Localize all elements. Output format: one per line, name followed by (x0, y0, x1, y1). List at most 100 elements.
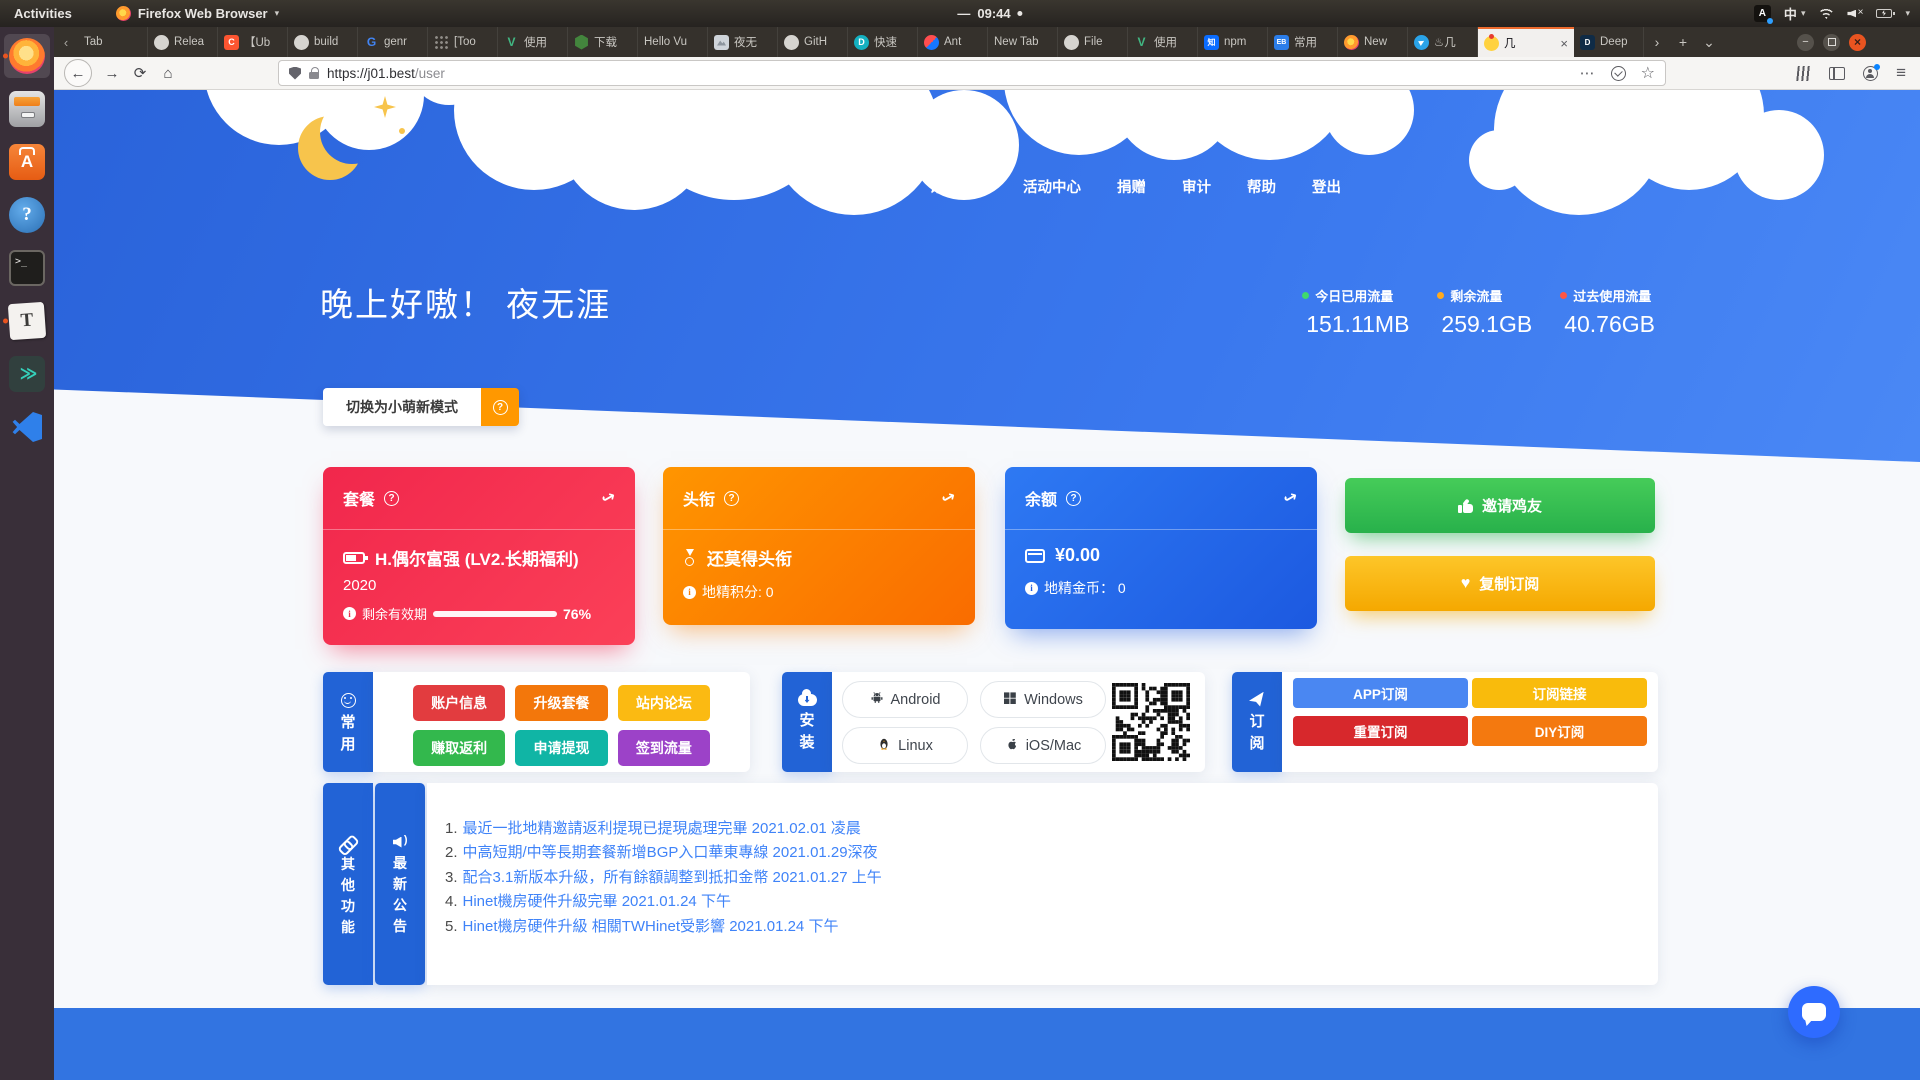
chat-widget-button[interactable] (1788, 986, 1840, 1038)
browser-tab[interactable]: EB 常用 (1268, 27, 1338, 57)
back-button[interactable]: ← (64, 59, 92, 87)
browser-tab[interactable]: New Tab (988, 27, 1058, 57)
forward-button[interactable]: → (98, 59, 126, 87)
chevron-down-icon[interactable]: ▾ (1905, 8, 1910, 19)
site-nav-item[interactable]: 捐赠 (1117, 176, 1146, 197)
pocket-icon[interactable] (1611, 66, 1626, 81)
close-button[interactable]: × (1849, 34, 1866, 51)
menu-hamburger-icon[interactable]: ≡ (1896, 63, 1906, 83)
mode-help-icon[interactable]: ? (481, 388, 519, 426)
site-nav-item[interactable]: 审计 (1182, 176, 1211, 197)
browser-tab[interactable]: G genr (358, 27, 428, 57)
dock-item[interactable]: A (4, 140, 50, 184)
rank-card-link-icon[interactable]: ↪ (937, 486, 959, 510)
reload-button[interactable]: ⟳ (126, 59, 154, 87)
common-action-button[interactable]: 赚取返利 (413, 730, 505, 766)
site-nav-item[interactable]: 福利 (864, 176, 893, 197)
ime-language[interactable]: 中 ▾ (1784, 4, 1806, 23)
copy-subscription-button[interactable]: ♥ 复制订阅 (1345, 556, 1655, 611)
tab-list-dropdown-icon[interactable]: ⌄ (1696, 27, 1722, 57)
site-nav-item[interactable]: 活动中心 (1023, 176, 1081, 197)
site-nav-item[interactable]: 帮助 (1247, 176, 1276, 197)
mode-switch-button[interactable]: 切换为小萌新模式 ? (323, 388, 519, 426)
wifi-icon[interactable] (1818, 8, 1834, 19)
bookmark-star-icon[interactable]: ☆ (1641, 63, 1655, 83)
browser-tab[interactable]: D Deep (1574, 27, 1644, 57)
tab-close-icon[interactable]: × (1558, 36, 1568, 51)
os-download-button[interactable]: Android (842, 681, 968, 718)
new-tab-button[interactable]: + (1670, 27, 1696, 57)
announcement-link[interactable]: 中高短期/中等長期套餐新增BGP入口華東專線 2021.01.29深夜 (463, 844, 878, 861)
activities-button[interactable]: Activities (14, 6, 72, 21)
os-download-button[interactable]: iOS/Mac (980, 727, 1106, 764)
browser-tab[interactable]: C 【Ub (218, 27, 288, 57)
common-action-button[interactable]: 签到流量 (618, 730, 710, 766)
browser-tab[interactable]: File (1058, 27, 1128, 57)
site-nav-item[interactable]: 用户中心 (705, 176, 763, 197)
dock-item[interactable]: T (4, 299, 50, 343)
browser-tab[interactable]: V 使用 (1128, 27, 1198, 57)
announcement-link[interactable]: Hinet機房硬件升級完畢 2021.01.24 下午 (463, 893, 731, 910)
browser-tab[interactable]: V 使用 (498, 27, 568, 57)
browser-tab[interactable]: 夜无 (708, 27, 778, 57)
section-tab-other-features[interactable]: 其他功能 (323, 783, 373, 985)
home-button[interactable]: ⌂ (154, 59, 182, 87)
browser-tab[interactable]: 几 × (1478, 27, 1574, 57)
site-nav-item[interactable]: 使用 (799, 176, 828, 197)
announcement-link[interactable]: 最近一批地精邀請返利提現已提現處理完畢 2021.02.01 凌晨 (463, 820, 861, 837)
dock-item[interactable] (4, 34, 50, 78)
url-bar[interactable]: https://j01.best/user ⋯ ☆ (278, 60, 1666, 86)
app-menu[interactable]: Firefox Web Browser ▾ (116, 6, 279, 21)
subscribe-button[interactable]: APP订阅 (1293, 678, 1468, 708)
account-icon[interactable] (1863, 66, 1878, 81)
common-action-button[interactable]: 升级套餐 (515, 685, 607, 721)
question-circle-icon[interactable]: ? (1066, 491, 1081, 506)
browser-tab[interactable]: ♨几 (1408, 27, 1478, 57)
browser-tab[interactable]: 下载 (568, 27, 638, 57)
lock-icon[interactable] (309, 67, 319, 79)
os-download-button[interactable]: Linux (842, 727, 968, 764)
site-nav-item[interactable]: 登出 (1312, 176, 1341, 197)
input-method-icon[interactable]: A (1754, 5, 1771, 22)
browser-tab[interactable]: Relea (148, 27, 218, 57)
browser-tab[interactable]: D 快速 (848, 27, 918, 57)
browser-tab[interactable]: GitH (778, 27, 848, 57)
common-action-button[interactable]: 申请提现 (515, 730, 607, 766)
announcement-link[interactable]: Hinet機房硬件升級 相關TWHinet受影響 2021.01.24 下午 (463, 918, 839, 935)
sidebar-icon[interactable] (1829, 67, 1845, 80)
common-action-button[interactable]: 站内论坛 (618, 685, 710, 721)
announcement-link[interactable]: 配合3.1新版本升級，所有餘額調整到抵扣金幣 2021.01.27 上午 (463, 869, 882, 886)
dock-item[interactable] (4, 87, 50, 131)
library-icon[interactable] (1796, 66, 1812, 81)
balance-card-link-icon[interactable]: ↪ (1279, 486, 1301, 510)
dock-item[interactable]: >_ (4, 246, 50, 290)
browser-tab[interactable]: Ant (918, 27, 988, 57)
site-nav-item[interactable]: 订阅中心 (929, 176, 987, 197)
browser-tab[interactable]: build (288, 27, 358, 57)
subscribe-button[interactable]: 重置订阅 (1293, 716, 1468, 746)
dock-item[interactable]: ≫ (4, 352, 50, 396)
browser-tab[interactable]: New (1338, 27, 1408, 57)
browser-tab[interactable]: Tab (78, 27, 148, 57)
browser-tab[interactable]: [Too (428, 27, 498, 57)
common-action-button[interactable]: 账户信息 (413, 685, 505, 721)
os-download-button[interactable]: Windows (980, 681, 1106, 718)
browser-tab[interactable]: 知 npm (1198, 27, 1268, 57)
section-tab-announcements[interactable]: 最新公告 (375, 783, 425, 985)
invite-friends-button[interactable]: 邀请鸡友 (1345, 478, 1655, 533)
system-tray[interactable]: A 中 ▾ ▾ (1754, 4, 1910, 23)
question-circle-icon[interactable]: ? (384, 491, 399, 506)
question-circle-icon[interactable]: ? (724, 491, 739, 506)
subscribe-button[interactable]: DIY订阅 (1472, 716, 1647, 746)
volume-muted-icon[interactable] (1847, 8, 1863, 20)
url-text[interactable]: https://j01.best/user (327, 66, 445, 81)
tab-scroll-left-icon[interactable]: ‹ (54, 27, 78, 57)
tab-scroll-right-icon[interactable]: › (1644, 27, 1670, 57)
tracking-protection-shield-icon[interactable] (289, 67, 301, 80)
minimize-button[interactable]: − (1797, 34, 1814, 51)
subscribe-button[interactable]: 订阅链接 (1472, 678, 1647, 708)
maximize-button[interactable] (1823, 34, 1840, 51)
plan-card-link-icon[interactable]: ↪ (597, 486, 619, 510)
dock-item[interactable] (4, 405, 50, 449)
browser-tab[interactable]: Hello Vu (638, 27, 708, 57)
